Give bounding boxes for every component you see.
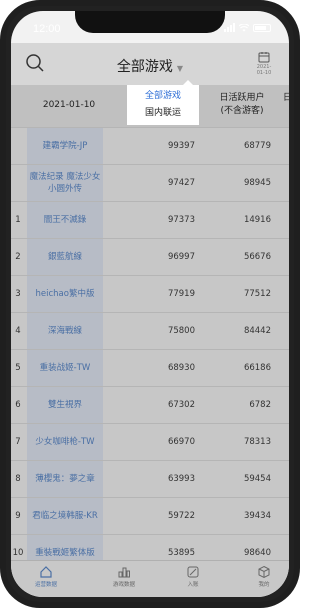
tab-profile[interactable]: 我的 xyxy=(239,565,289,588)
value-cell: 68930 xyxy=(167,363,195,373)
rank-cell: 8 xyxy=(15,474,21,484)
dau-cell: 98945 xyxy=(243,178,271,188)
game-filter-dropdown-toggle[interactable]: 全部游戏 ▼ xyxy=(117,56,183,76)
game-name-cell[interactable]: 深海戰線 xyxy=(27,313,103,349)
status-bar: 12:00 xyxy=(11,11,289,43)
screen: 12:00 全部游戏 ▼ 2021-01-10 2021-01-10 日活跃用户… xyxy=(11,11,289,597)
phone-frame: 12:00 全部游戏 ▼ 2021-01-10 2021-01-10 日活跃用户… xyxy=(0,0,300,608)
table-row[interactable]: 2 銀藍航線 96997 56676 xyxy=(11,238,289,275)
table-row[interactable]: 5 重装战姬-TW 68930 66186 xyxy=(11,349,289,386)
game-name-cell[interactable]: 少女咖啡枪-TW xyxy=(27,424,103,460)
status-icons xyxy=(224,23,271,32)
value-cell: 77919 xyxy=(167,289,195,299)
rank-cell xyxy=(11,165,25,201)
rank-cell: 7 xyxy=(15,437,21,447)
game-filter-dropdown: 全部游戏 国内联运 xyxy=(127,80,199,125)
dau-cell: 66186 xyxy=(243,363,271,373)
page-title: 全部游戏 xyxy=(116,59,173,75)
search-icon[interactable] xyxy=(25,53,45,73)
game-name-cell[interactable]: 建霸学院-JP xyxy=(27,128,103,164)
tab-game-data[interactable]: 游戏数据 xyxy=(99,565,149,588)
value-cell: 66970 xyxy=(167,437,195,447)
status-time: 12:00 xyxy=(33,23,61,35)
value-cell: 75800 xyxy=(167,326,195,336)
notch xyxy=(75,11,225,33)
value-cell: 53895 xyxy=(167,548,195,558)
dau-cell: 59454 xyxy=(243,474,271,484)
home-icon xyxy=(40,566,52,578)
tab-operations[interactable]: 运营数据 xyxy=(21,565,71,588)
tab-operations-label: 运营数据 xyxy=(34,582,57,588)
calendar-icon xyxy=(258,52,270,63)
dau-cell: 6782 xyxy=(249,400,271,410)
signal-icon xyxy=(224,23,235,32)
table-row[interactable]: 建霸学院-JP 99397 68779 xyxy=(11,127,289,164)
game-name-cell[interactable]: 重裝戰姬繁体版 xyxy=(27,535,103,561)
value-cell: 97373 xyxy=(167,215,195,225)
table-row[interactable]: 10 重裝戰姬繁体版 53895 98640 xyxy=(11,534,289,561)
dau-cell: 39434 xyxy=(243,511,271,521)
game-name-cell[interactable]: 君临之境韩服-KR xyxy=(27,498,103,534)
tab-profile-label: 我的 xyxy=(258,582,270,588)
dau-column-header[interactable]: 日活跃用户 (不含游客) xyxy=(207,92,277,118)
dropdown-option-all-games[interactable]: 全部游戏 xyxy=(127,88,199,105)
table-row[interactable]: 4 深海戰線 75800 84442 xyxy=(11,312,289,349)
game-name-cell[interactable]: 重装战姬-TW xyxy=(27,350,103,386)
dau-cell: 56676 xyxy=(243,252,271,262)
rank-cell: 1 xyxy=(15,215,21,225)
wifi-icon xyxy=(239,23,249,31)
dau-cell: 98640 xyxy=(243,548,271,558)
more-column-header[interactable]: 日有 xyxy=(283,92,289,105)
rank-cell: 3 xyxy=(15,289,21,299)
table-row[interactable]: 9 君临之境韩服-KR 59722 39434 xyxy=(11,497,289,534)
box-icon xyxy=(258,565,270,579)
table-row[interactable]: 8 薄櫻鬼：夢之章 63993 59454 xyxy=(11,460,289,497)
chevron-down-icon: ▼ xyxy=(176,64,184,73)
tab-bar: 运营数据 游戏数据 入账 我的 xyxy=(11,560,289,597)
header: 全部游戏 ▼ 2021-01-10 xyxy=(11,43,289,85)
game-name-cell[interactable]: 雙生視界 xyxy=(27,387,103,423)
rank-cell: 9 xyxy=(15,511,21,521)
value-cell: 63993 xyxy=(167,474,195,484)
battery-icon xyxy=(253,23,271,32)
tab-game-data-label: 游戏数据 xyxy=(112,582,135,588)
game-name-cell[interactable]: 闇王不滅錄 xyxy=(27,202,103,238)
edit-icon xyxy=(187,566,199,578)
dau-cell: 14916 xyxy=(243,215,271,225)
table-row[interactable]: 魔法纪录 魔法少女小圆外传 97427 98945 xyxy=(11,164,289,201)
game-name-cell[interactable]: 薄櫻鬼：夢之章 xyxy=(27,461,103,497)
dau-column-subtitle: (不含游客) xyxy=(220,106,264,116)
table-row[interactable]: 3 heichao繁中版 77919 77512 xyxy=(11,275,289,312)
chart-icon xyxy=(118,567,130,578)
dau-cell: 78313 xyxy=(243,437,271,447)
date-column-header: 2021-01-10 xyxy=(42,100,96,110)
dau-column-title: 日活跃用户 xyxy=(219,93,265,103)
dropdown-option-domestic[interactable]: 国内联运 xyxy=(127,105,199,122)
rank-cell: 2 xyxy=(15,252,21,262)
value-cell: 97427 xyxy=(167,178,195,188)
calendar-button[interactable]: 2021-01-10 xyxy=(253,51,275,77)
value-cell: 59722 xyxy=(167,511,195,521)
game-name-cell[interactable]: heichao繁中版 xyxy=(27,276,103,312)
value-cell: 99397 xyxy=(167,141,195,151)
tab-income-label: 入账 xyxy=(187,582,199,588)
tab-income[interactable]: 入账 xyxy=(168,565,218,588)
game-name-cell[interactable]: 魔法纪录 魔法少女小圆外传 xyxy=(27,165,103,201)
value-cell: 96997 xyxy=(167,252,195,262)
calendar-date: 2021-01-10 xyxy=(256,64,272,76)
rank-cell: 5 xyxy=(15,363,21,373)
rank-cell: 10 xyxy=(12,548,24,558)
table-row[interactable]: 6 雙生視界 67302 6782 xyxy=(11,386,289,423)
value-cell: 67302 xyxy=(167,400,195,410)
dau-cell: 84442 xyxy=(243,326,271,336)
rank-cell: 4 xyxy=(15,326,21,336)
table-row[interactable]: 1 闇王不滅錄 97373 14916 xyxy=(11,201,289,238)
game-name-cell[interactable]: 銀藍航線 xyxy=(27,239,103,275)
table-row[interactable]: 7 少女咖啡枪-TW 66970 78313 xyxy=(11,423,289,460)
rank-cell: 6 xyxy=(15,400,21,410)
dau-cell: 77512 xyxy=(243,289,271,299)
data-table: 2021-01-10 日活跃用户 (不含游客) 日有 建霸学院-JP 99397 6… xyxy=(11,85,289,561)
rank-cell xyxy=(11,128,25,164)
dau-cell: 68779 xyxy=(243,141,271,151)
